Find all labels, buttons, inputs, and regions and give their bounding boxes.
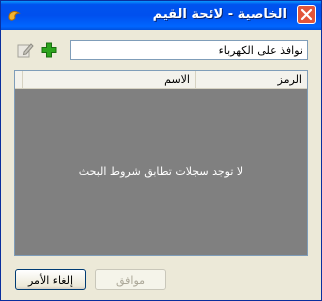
empty-results-message: لا توجد سجلات تطابق شروط البحث (78, 165, 244, 178)
column-header-code[interactable]: الرمز (195, 71, 307, 88)
plus-icon (41, 42, 57, 58)
cancel-button[interactable]: إلغاء الأمر (15, 269, 86, 290)
close-button[interactable] (297, 5, 316, 24)
edit-icon (17, 43, 34, 58)
results-grid[interactable]: الرمز الاسم لا توجد سجلات تطابق شروط الب… (14, 70, 308, 256)
column-header-name[interactable]: الاسم (22, 71, 195, 88)
column-header-filler (15, 71, 22, 88)
title-bar[interactable]: الخاصية - لائحة القيم (1, 1, 321, 30)
edit-button[interactable] (16, 41, 34, 59)
app-icon (7, 8, 21, 27)
grid-header: الرمز الاسم (15, 71, 307, 89)
ok-button[interactable]: موافق (95, 269, 166, 290)
close-icon (300, 8, 313, 21)
window-title: الخاصية - لائحة القيم (152, 7, 287, 22)
search-input[interactable] (70, 40, 308, 60)
add-button[interactable] (40, 41, 58, 59)
dialog-window: الخاصية - لائحة القيم الرمز الاسم لا توج… (0, 0, 322, 301)
